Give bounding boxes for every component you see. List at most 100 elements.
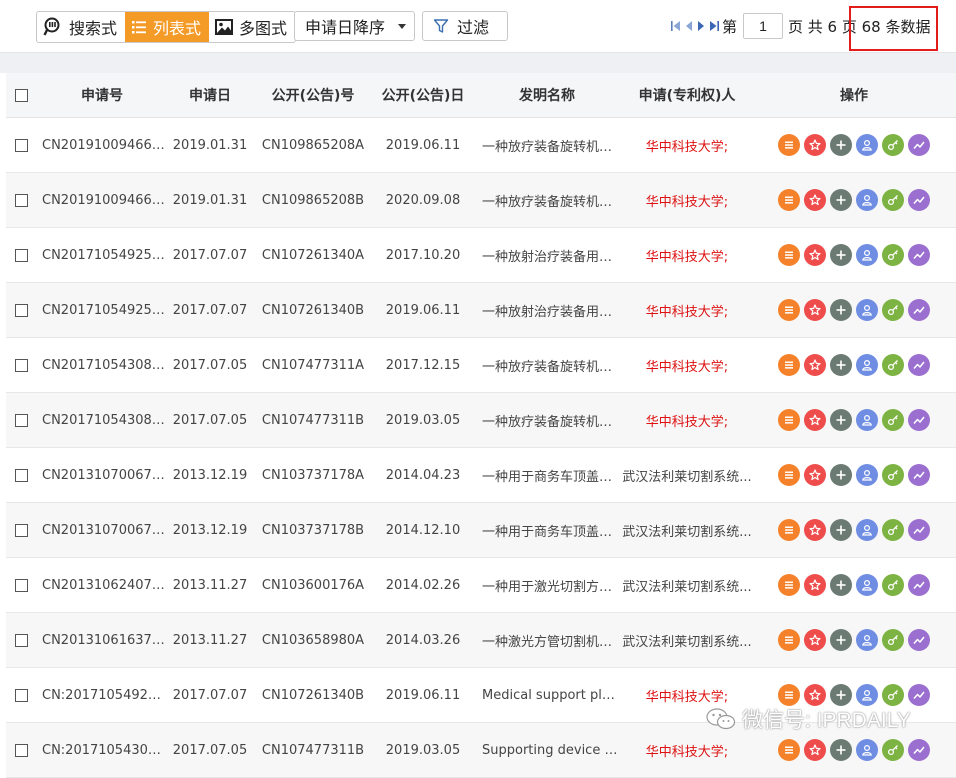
trend-chart-icon[interactable] bbox=[908, 684, 930, 706]
key-icon[interactable] bbox=[882, 739, 904, 761]
detail-icon[interactable] bbox=[778, 464, 800, 486]
key-icon[interactable] bbox=[882, 244, 904, 266]
application-no[interactable]: CN201710549253.8 bbox=[36, 303, 168, 318]
row-checkbox[interactable] bbox=[15, 578, 28, 592]
table-row[interactable]: CN201310624076.7 2013.11.27 CN103600176A 20… bbox=[6, 558, 956, 613]
detail-icon[interactable] bbox=[778, 134, 800, 156]
favorite-star-icon[interactable] bbox=[804, 739, 826, 761]
row-checkbox[interactable] bbox=[15, 468, 28, 482]
table-row[interactable]: CN201710549253.8 2017.07.07 CN107261340A 20… bbox=[6, 228, 956, 283]
applicant[interactable]: 华中科技大学; bbox=[622, 136, 752, 155]
key-icon[interactable] bbox=[882, 134, 904, 156]
detail-icon[interactable] bbox=[778, 189, 800, 211]
patent-title[interactable]: 一种放疗装备旋转机架... bbox=[472, 411, 622, 430]
user-icon[interactable] bbox=[856, 629, 878, 651]
user-icon[interactable] bbox=[856, 409, 878, 431]
add-icon[interactable] bbox=[830, 409, 852, 431]
favorite-star-icon[interactable] bbox=[804, 299, 826, 321]
user-icon[interactable] bbox=[856, 299, 878, 321]
application-no[interactable]: CN201310700678.6 bbox=[36, 468, 168, 483]
detail-icon[interactable] bbox=[778, 244, 800, 266]
publication-no[interactable]: CN107261340B bbox=[252, 303, 374, 318]
key-icon[interactable] bbox=[882, 684, 904, 706]
add-icon[interactable] bbox=[830, 244, 852, 266]
add-icon[interactable] bbox=[830, 519, 852, 541]
applicant[interactable]: 武汉法利莱切割系统... bbox=[622, 631, 752, 650]
applicant[interactable]: 华中科技大学; bbox=[622, 301, 752, 320]
favorite-star-icon[interactable] bbox=[804, 189, 826, 211]
applicant[interactable]: 华中科技大学; bbox=[622, 741, 752, 760]
view-list-button[interactable]: 列表式 bbox=[125, 12, 210, 42]
publication-no[interactable]: CN109865208B bbox=[252, 193, 374, 208]
publication-no[interactable]: CN103658980A bbox=[252, 633, 374, 648]
favorite-star-icon[interactable] bbox=[804, 409, 826, 431]
trend-chart-icon[interactable] bbox=[908, 519, 930, 541]
favorite-star-icon[interactable] bbox=[804, 519, 826, 541]
trend-chart-icon[interactable] bbox=[908, 244, 930, 266]
user-icon[interactable] bbox=[856, 189, 878, 211]
patent-title[interactable]: 一种用于商务车顶盖的... bbox=[472, 466, 622, 485]
prev-page-icon[interactable] bbox=[684, 20, 694, 32]
application-no[interactable]: CN201910094662.2 bbox=[36, 193, 168, 208]
patent-title[interactable]: 一种放疗装备旋转机架... bbox=[472, 191, 622, 210]
detail-icon[interactable] bbox=[778, 739, 800, 761]
applicant[interactable]: 武汉法利莱切割系统... bbox=[622, 521, 752, 540]
add-icon[interactable] bbox=[830, 629, 852, 651]
publication-no[interactable]: CN107477311B bbox=[252, 413, 374, 428]
add-icon[interactable] bbox=[830, 134, 852, 156]
application-no[interactable]: CN:20171054925... bbox=[36, 688, 168, 703]
first-page-icon[interactable] bbox=[670, 20, 682, 32]
header-title[interactable]: 发明名称 bbox=[472, 85, 622, 105]
patent-title[interactable]: 一种放疗装备旋转机架... bbox=[472, 136, 622, 155]
favorite-star-icon[interactable] bbox=[804, 134, 826, 156]
key-icon[interactable] bbox=[882, 519, 904, 541]
add-icon[interactable] bbox=[830, 684, 852, 706]
table-row[interactable]: CN201910094662.2 2019.01.31 CN109865208A 20… bbox=[6, 118, 956, 173]
row-checkbox[interactable] bbox=[15, 413, 28, 427]
trend-chart-icon[interactable] bbox=[908, 574, 930, 596]
publication-no[interactable]: CN109865208A bbox=[252, 138, 374, 153]
trend-chart-icon[interactable] bbox=[908, 134, 930, 156]
patent-title[interactable]: 一种用于激光切割方管... bbox=[472, 576, 622, 595]
row-checkbox[interactable] bbox=[15, 138, 28, 152]
row-checkbox[interactable] bbox=[15, 743, 28, 757]
user-icon[interactable] bbox=[856, 519, 878, 541]
key-icon[interactable] bbox=[882, 464, 904, 486]
applicant[interactable]: 武汉法利莱切割系统... bbox=[622, 466, 752, 485]
detail-icon[interactable] bbox=[778, 409, 800, 431]
detail-icon[interactable] bbox=[778, 354, 800, 376]
application-no[interactable]: CN201710549253.8 bbox=[36, 248, 168, 263]
add-icon[interactable] bbox=[830, 574, 852, 596]
detail-icon[interactable] bbox=[778, 299, 800, 321]
trend-chart-icon[interactable] bbox=[908, 409, 930, 431]
publication-no[interactable]: CN103737178A bbox=[252, 468, 374, 483]
trend-chart-icon[interactable] bbox=[908, 299, 930, 321]
add-icon[interactable] bbox=[830, 189, 852, 211]
header-applicant[interactable]: 申请(专利权)人 bbox=[622, 85, 752, 105]
application-no[interactable]: CN201710543086.6 bbox=[36, 413, 168, 428]
header-application-date[interactable]: 申请日 bbox=[168, 85, 252, 105]
patent-title[interactable]: 一种放疗装备旋转机架... bbox=[472, 356, 622, 375]
favorite-star-icon[interactable] bbox=[804, 464, 826, 486]
table-row[interactable]: CN201710543086.6 2017.07.05 CN107477311B 20… bbox=[6, 393, 956, 448]
user-icon[interactable] bbox=[856, 464, 878, 486]
patent-title[interactable]: Supporting device of... bbox=[472, 743, 622, 758]
applicant[interactable]: 华中科技大学; bbox=[622, 191, 752, 210]
publication-no[interactable]: CN107261340A bbox=[252, 248, 374, 263]
favorite-star-icon[interactable] bbox=[804, 574, 826, 596]
select-all-checkbox[interactable] bbox=[15, 88, 28, 102]
favorite-star-icon[interactable] bbox=[804, 629, 826, 651]
key-icon[interactable] bbox=[882, 354, 904, 376]
detail-icon[interactable] bbox=[778, 574, 800, 596]
user-icon[interactable] bbox=[856, 739, 878, 761]
table-row[interactable]: CN201710543086.6 2017.07.05 CN107477311A 20… bbox=[6, 338, 956, 393]
patent-title[interactable]: 一种放射治疗装备用医... bbox=[472, 246, 622, 265]
applicant[interactable]: 华中科技大学; bbox=[622, 356, 752, 375]
applicant[interactable]: 华中科技大学; bbox=[622, 686, 752, 705]
patent-title[interactable]: 一种放射治疗装备用医... bbox=[472, 301, 622, 320]
row-checkbox[interactable] bbox=[15, 303, 28, 317]
application-no[interactable]: CN201310616373.7 bbox=[36, 633, 168, 648]
key-icon[interactable] bbox=[882, 574, 904, 596]
detail-icon[interactable] bbox=[778, 519, 800, 541]
publication-no[interactable]: CN107477311B bbox=[252, 743, 374, 758]
